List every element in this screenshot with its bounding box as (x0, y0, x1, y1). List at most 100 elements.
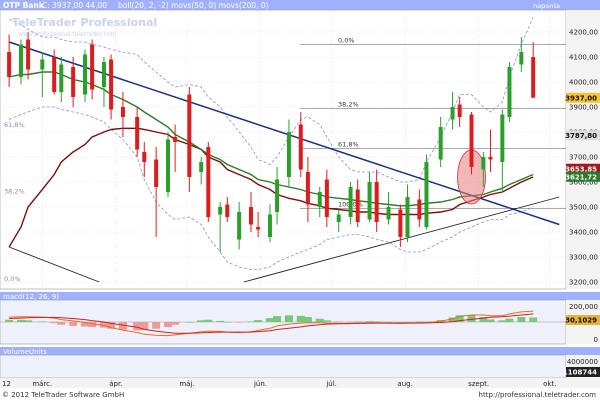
candle-body (109, 59, 114, 110)
macd-histogram-bar (69, 322, 78, 326)
macd-histogram-bar (415, 321, 424, 323)
candle-body (507, 67, 512, 117)
candle-body (173, 137, 178, 142)
candle-body (424, 162, 429, 227)
macd-histogram-bar (197, 320, 206, 322)
y-tick-label: 4000,00 (569, 79, 598, 87)
price-badge-label: 3787,80 (565, 132, 597, 140)
fib-label: 0,0% (338, 37, 355, 45)
candle-body (457, 104, 462, 117)
candle-body (405, 197, 410, 237)
y-tick-label: 4100,00 (569, 54, 598, 62)
candle-body (488, 157, 493, 160)
indicators-label: boll(20, 2, -2) movs(50, 0) movs(200, 0) (118, 1, 269, 10)
copyright: © 2012 TeleTrader Software GmbH (2, 391, 124, 399)
candle-body (40, 59, 45, 70)
candle-body (90, 44, 95, 90)
candle-body (187, 94, 192, 177)
volume-axis: 4000000 1108744 (563, 358, 600, 377)
volume-badge-label: 1108744 (563, 369, 597, 377)
macd-tick-label: 0 (594, 336, 598, 344)
y-tick-label: 3200,00 (569, 279, 598, 287)
macd-histogram-bar (346, 321, 355, 323)
candle-body (101, 62, 106, 87)
macd-histogram-bar (303, 316, 312, 322)
volume-header (0, 347, 600, 355)
candle-body (438, 127, 443, 160)
candle-body (26, 39, 31, 70)
candle-body (519, 52, 524, 65)
macd-histogram-bar (163, 322, 172, 328)
macd-histogram-bar (505, 318, 514, 322)
volume-panel (0, 354, 567, 379)
candle-body (225, 204, 230, 217)
chart-canvas: OTP Bank C: 3937,00 44,00 boll(20, 2, -2… (0, 0, 600, 399)
candle-body (71, 67, 76, 97)
macd-histogram-bar (334, 321, 343, 323)
macd-histogram-bar (24, 320, 33, 322)
symbol-label: OTP Bank (3, 1, 45, 10)
candle-body (531, 57, 536, 98)
candle-body (298, 124, 303, 170)
macd-histogram-bar (372, 321, 381, 323)
candle-body (286, 132, 291, 177)
candle-body (18, 44, 23, 77)
macd-histogram-bar (38, 321, 47, 323)
candle-body (374, 182, 379, 222)
candle-body (386, 207, 391, 220)
x-tick-label: jún. (253, 380, 267, 388)
y-tick-label: 4200,00 (569, 29, 598, 37)
macd-histogram-bar (223, 322, 232, 323)
candle-body (500, 114, 505, 162)
macd-histogram-bar (396, 322, 405, 323)
macd-histogram-bar (216, 320, 225, 322)
macd-histogram-bar (315, 318, 324, 322)
candle-body (324, 179, 329, 217)
y-tick-label: 3400,00 (569, 229, 598, 237)
macd-histogram-bar (517, 316, 526, 322)
volume-tick-label: 4000000 (567, 358, 598, 366)
candle-body (135, 117, 140, 150)
macd-histogram-bar (246, 321, 255, 323)
macd-histogram-bar (467, 315, 476, 322)
macd-badge-label: 30,1029 (565, 317, 597, 325)
candle-body (450, 107, 455, 120)
candle-body (348, 187, 353, 217)
price-axis-area (566, 10, 600, 289)
candle-body (248, 207, 253, 225)
x-tick-label: máj. (179, 380, 194, 388)
fib-label: 61,8% (338, 140, 359, 148)
macd-histogram-bar (16, 319, 25, 322)
macd-histogram-bar (50, 322, 59, 324)
macd-histogram-bar (498, 320, 507, 322)
candle-body (59, 64, 64, 92)
candle-body (469, 114, 474, 167)
y-tick-label: 3500,00 (569, 204, 598, 212)
macd-histogram-bar (273, 316, 282, 322)
macd-histogram-bar (235, 322, 244, 323)
y-tick-label: 3900,00 (569, 104, 598, 112)
candle-body (367, 182, 372, 220)
x-tick-label: ápr. (109, 380, 122, 388)
candle-body (199, 162, 204, 172)
x-tick-label: 12 (2, 380, 11, 388)
macd-histogram-bar (486, 319, 495, 322)
macd-histogram-bar (5, 319, 14, 322)
watermark-url: www.professional.teletrader.com (18, 31, 117, 38)
candle-body (206, 147, 211, 217)
x-tick-label: okt. (543, 380, 556, 388)
macd-histogram-bar (171, 322, 180, 325)
macd-histogram-bar (133, 322, 142, 331)
candle-body (355, 189, 360, 222)
macd-histogram-bar (254, 320, 263, 322)
candle-body (165, 139, 170, 192)
footer-url: http://professional.teletrader.com (479, 391, 597, 399)
y-tick-label: 3700,00 (569, 154, 598, 162)
candle-body (275, 179, 280, 212)
candle-body (120, 107, 125, 117)
y-tick-label: 3300,00 (569, 254, 598, 262)
candle-body (154, 159, 159, 187)
left-fib-label: 38,2% (4, 187, 25, 195)
x-tick-label: márc. (32, 380, 52, 388)
macd-histogram-bar (284, 315, 293, 322)
